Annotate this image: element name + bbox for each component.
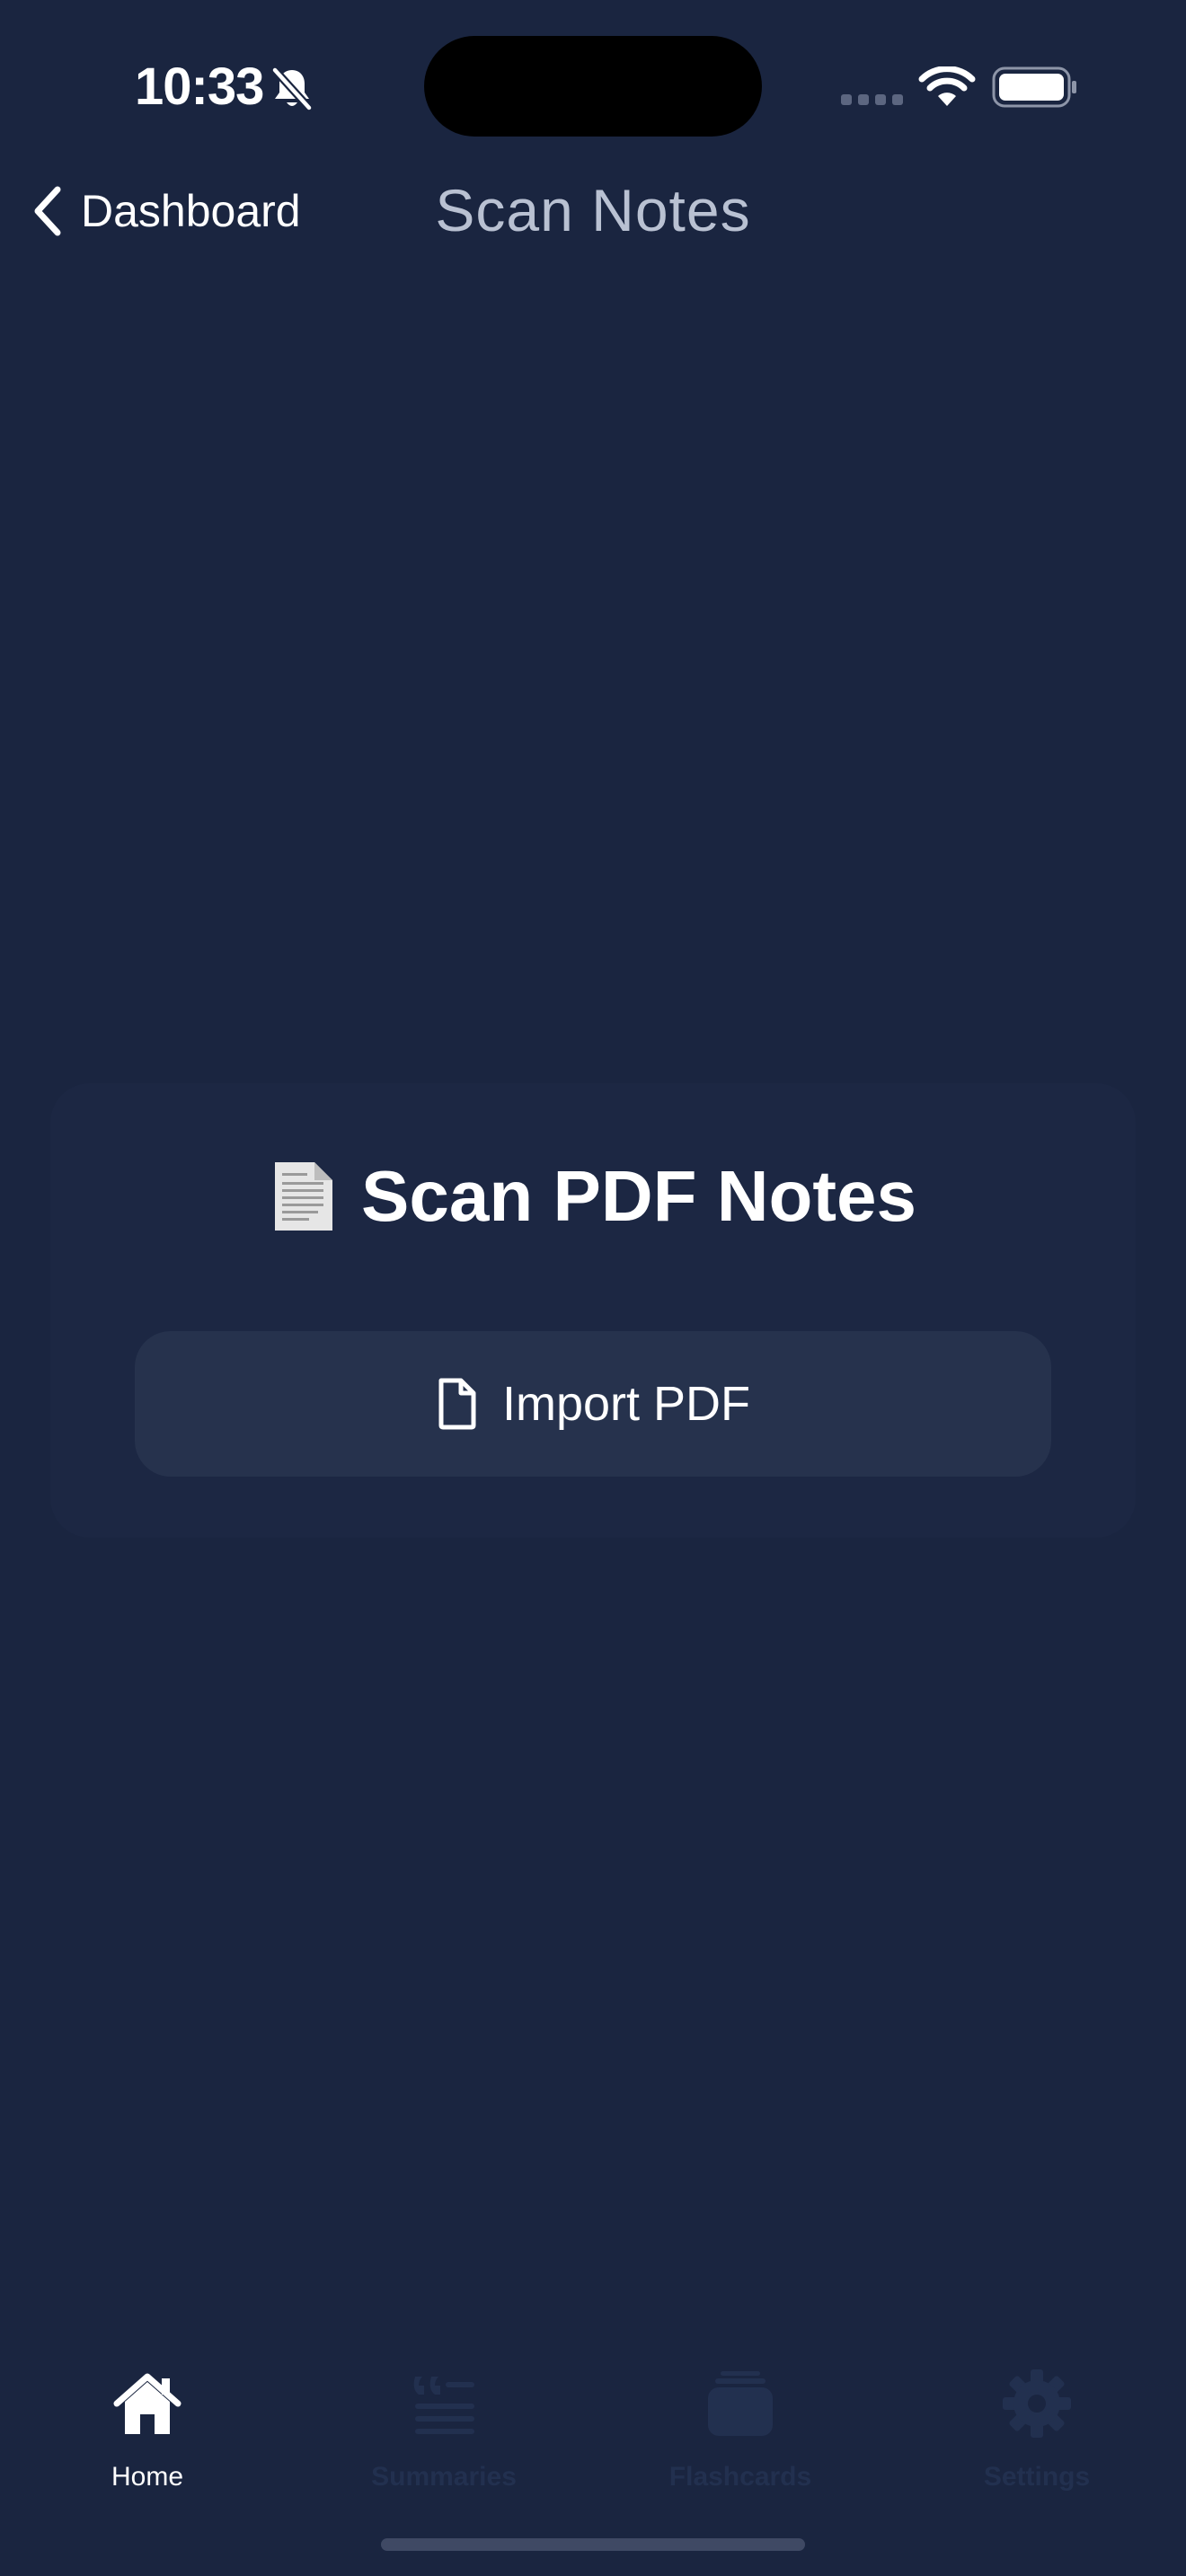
wifi-icon: [918, 66, 976, 106]
chevron-left-icon: [34, 186, 61, 236]
page-title: Scan Notes: [435, 177, 751, 243]
home-indicator[interactable]: [381, 2538, 805, 2551]
scan-pdf-card: Scan PDF Notes Import PDF: [50, 1083, 1136, 1538]
tab-home-label: Home: [111, 2462, 184, 2492]
bell-slash-icon: [271, 66, 313, 111]
import-pdf-button[interactable]: Import PDF: [135, 1331, 1051, 1477]
tab-settings[interactable]: Settings: [902, 2368, 1172, 2493]
dynamic-island: [424, 36, 762, 137]
battery-icon: [992, 66, 1076, 108]
card-heading: Scan PDF Notes: [50, 1153, 1136, 1239]
house-icon: [113, 2373, 181, 2434]
quote-text-icon: [413, 2377, 474, 2434]
tab-summaries-label: Summaries: [371, 2462, 517, 2492]
page-facing-up-icon: [275, 1162, 333, 1231]
import-pdf-label: Import PDF: [501, 1377, 751, 1431]
tab-flashcards[interactable]: Flashcards: [606, 2368, 875, 2493]
back-button-label: Dashboard: [81, 186, 301, 236]
document-icon: [438, 1378, 476, 1430]
tab-summaries[interactable]: Summaries: [309, 2368, 579, 2493]
card-title: Scan PDF Notes: [361, 1156, 916, 1236]
cellular-signal-icon: [841, 94, 903, 105]
tab-home[interactable]: Home: [13, 2368, 282, 2493]
tab-settings-label: Settings: [983, 2462, 1091, 2492]
gear-icon: [1003, 2369, 1071, 2438]
back-button[interactable]: Dashboard: [32, 178, 301, 244]
tab-bar: Home Summaries Flashcards Settings: [0, 2353, 1186, 2497]
status-time: 10:33: [135, 57, 264, 116]
cards-stack-icon: [708, 2371, 773, 2436]
tab-flashcards-label: Flashcards: [668, 2462, 812, 2492]
